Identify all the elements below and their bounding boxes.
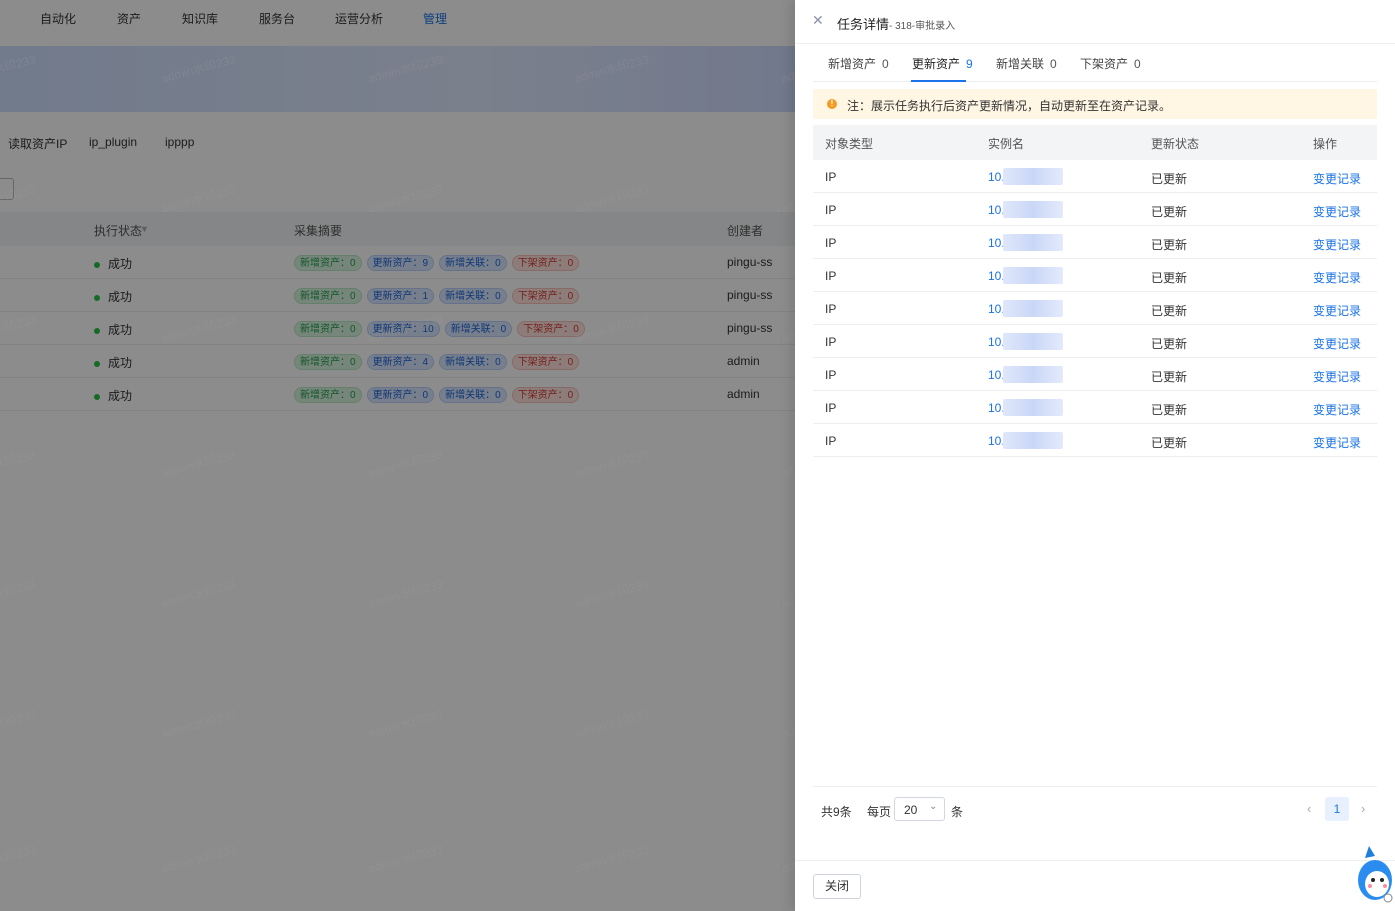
object-type-cell: IP: [825, 203, 837, 217]
redacted-instance: [1003, 267, 1063, 284]
object-type-cell: IP: [825, 170, 837, 184]
table-row: IP 10. 已更新 变更记录: [813, 325, 1377, 358]
update-status-cell: 已更新: [1151, 238, 1188, 252]
chevron-right-icon[interactable]: ›: [1361, 801, 1365, 816]
change-record-link[interactable]: 变更记录: [1313, 335, 1361, 352]
change-record-link[interactable]: 变更记录: [1313, 236, 1361, 253]
change-record-link[interactable]: 变更记录: [1313, 269, 1361, 286]
update-status-cell: 已更新: [1151, 403, 1188, 417]
change-record-link[interactable]: 变更记录: [1313, 302, 1361, 319]
notice-banner: ! 注：展示任务执行后资产更新情况，自动更新至在资产记录。: [813, 89, 1377, 119]
object-type-cell: IP: [825, 401, 837, 415]
table-row: IP 10. 已更新 变更记录: [813, 391, 1377, 424]
change-record-link[interactable]: 变更记录: [1313, 401, 1361, 418]
assistant-mascot-icon[interactable]: [1355, 842, 1395, 904]
header-object-type: 对象类型: [825, 137, 874, 151]
change-record-link[interactable]: 变更记录: [1313, 203, 1361, 220]
page-size-value: 20: [904, 803, 918, 817]
header-instance: 实例名: [988, 137, 1025, 151]
object-type-cell: IP: [825, 236, 837, 250]
drawer-header: ✕ 任务详情- 318-审批录入: [795, 0, 1395, 44]
table-row: IP 10. 已更新 变更记录: [813, 259, 1377, 292]
object-type-cell: IP: [825, 368, 837, 382]
task-detail-drawer: ✕ 任务详情- 318-审批录入 新增资产 0 更新资产 9 新增关联 0 下架资产 0…: [795, 0, 1395, 911]
object-type-cell: IP: [825, 302, 837, 316]
object-type-cell: IP: [825, 269, 837, 283]
table-row: IP 10. 已更新 变更记录: [813, 160, 1377, 193]
table-row: IP 10. 已更新 变更记录: [813, 226, 1377, 259]
table-row: IP 10. 已更新 变更记录: [813, 292, 1377, 325]
warning-icon: !: [827, 99, 837, 109]
object-type-cell: IP: [825, 434, 837, 448]
tab-removed-assets[interactable]: 下架资产 0: [1080, 55, 1141, 72]
close-button[interactable]: 关闭: [813, 874, 861, 899]
drawer-subtitle: - 318-审批录入: [889, 21, 956, 32]
chevron-down-icon: ⌄: [929, 801, 938, 812]
update-status-cell: 已更新: [1151, 271, 1188, 285]
table-row: IP 10. 已更新 变更记录: [813, 358, 1377, 391]
update-status-cell: 已更新: [1151, 337, 1188, 351]
tab-new-relations[interactable]: 新增关联 0: [996, 55, 1057, 72]
redacted-instance: [1003, 432, 1063, 449]
redacted-instance: [1003, 234, 1063, 251]
change-record-link[interactable]: 变更记录: [1313, 170, 1361, 187]
drawer-tabs: 新增资产 0 更新资产 9 新增关联 0 下架资产 0: [813, 44, 1377, 82]
per-page-label: 每页: [867, 805, 892, 819]
change-record-link[interactable]: 变更记录: [1313, 368, 1361, 385]
update-table-header: 对象类型 实例名 更新状态 操作: [813, 125, 1377, 160]
header-update-status: 更新状态: [1151, 137, 1200, 151]
redacted-instance: [1003, 399, 1063, 416]
change-record-link[interactable]: 变更记录: [1313, 434, 1361, 451]
tab-updated-assets[interactable]: 更新资产 9: [912, 55, 973, 72]
notice-text: 注：展示任务执行后资产更新情况，自动更新至在资产记录。: [847, 99, 1172, 113]
object-type-cell: IP: [825, 335, 837, 349]
update-status-cell: 已更新: [1151, 172, 1188, 186]
redacted-instance: [1003, 333, 1063, 350]
page-number-current[interactable]: 1: [1325, 797, 1349, 821]
table-row: IP 10. 已更新 变更记录: [813, 193, 1377, 226]
redacted-instance: [1003, 168, 1063, 185]
drawer-title: 任务详情- 318-审批录入: [837, 17, 956, 32]
pagination-total: 共9条: [821, 805, 852, 819]
tab-new-assets[interactable]: 新增资产 0: [828, 55, 889, 72]
drawer-footer: 关闭: [795, 860, 1395, 911]
close-icon[interactable]: ✕: [812, 13, 826, 27]
update-status-cell: 已更新: [1151, 370, 1188, 384]
redacted-instance: [1003, 201, 1063, 218]
chevron-left-icon[interactable]: ‹: [1307, 801, 1311, 816]
pagination: 共9条 每页 20 ⌄ 条 ‹ 1 ›: [813, 786, 1377, 830]
table-row: IP 10. 已更新 变更记录: [813, 424, 1377, 457]
update-status-cell: 已更新: [1151, 436, 1188, 450]
update-status-cell: 已更新: [1151, 304, 1188, 318]
update-status-cell: 已更新: [1151, 205, 1188, 219]
update-table: 对象类型 实例名 更新状态 操作 IP 10. 已更新 变更记录 IP 10. 已更新 变更记…: [813, 125, 1377, 457]
active-tab-indicator: [911, 80, 966, 82]
redacted-instance: [1003, 366, 1063, 383]
page-size-select[interactable]: 20 ⌄: [894, 797, 945, 821]
redacted-instance: [1003, 300, 1063, 317]
modal-mask[interactable]: [0, 0, 795, 911]
per-page-unit: 条: [951, 805, 964, 819]
header-action: 操作: [1313, 137, 1338, 151]
